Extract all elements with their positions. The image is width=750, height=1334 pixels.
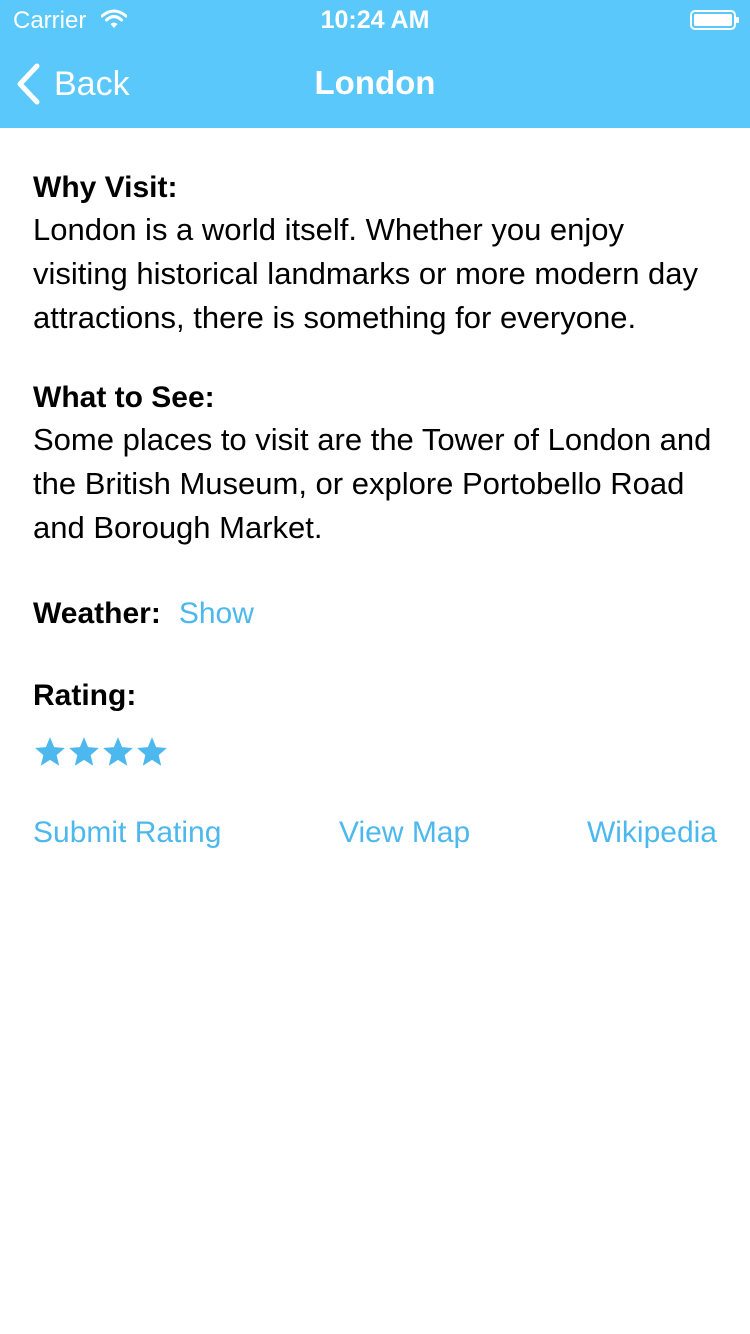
wikipedia-button[interactable]: Wikipedia: [587, 816, 717, 850]
detail-content: Why Visit: London is a world itself. Whe…: [33, 168, 723, 860]
what-to-see-heading: What to See:: [33, 381, 215, 414]
star-icon[interactable]: [135, 735, 169, 769]
weather-row: Weather: Show: [33, 592, 723, 636]
why-visit-text: London is a world itself. Whether you en…: [33, 212, 699, 335]
what-to-see-text: Some places to visit are the Tower of Lo…: [33, 422, 712, 545]
submit-rating-button[interactable]: Submit Rating: [33, 816, 221, 850]
status-time: 10:24 AM: [320, 6, 430, 34]
star-icon[interactable]: [33, 735, 67, 769]
header: Carrier 10:24 AM Back London: [0, 0, 750, 128]
weather-show-link[interactable]: Show: [179, 597, 254, 631]
status-bar: Carrier 10:24 AM: [0, 0, 750, 40]
rating-stars[interactable]: [33, 730, 723, 774]
navigation-bar: Back London: [0, 40, 750, 128]
weather-heading: Weather:: [33, 597, 161, 630]
rating-heading: Rating:: [33, 679, 137, 712]
view-map-button[interactable]: View Map: [339, 816, 470, 850]
what-to-see-section: What to See: Some places to visit are th…: [33, 378, 723, 550]
action-links: Submit Rating View Map Wikipedia: [33, 816, 723, 860]
star-icon[interactable]: [67, 735, 101, 769]
star-icon[interactable]: [101, 735, 135, 769]
battery-icon: [690, 10, 739, 30]
why-visit-section: Why Visit: London is a world itself. Whe…: [33, 168, 723, 340]
page-title: London: [314, 64, 436, 101]
why-visit-heading: Why Visit:: [33, 171, 178, 204]
